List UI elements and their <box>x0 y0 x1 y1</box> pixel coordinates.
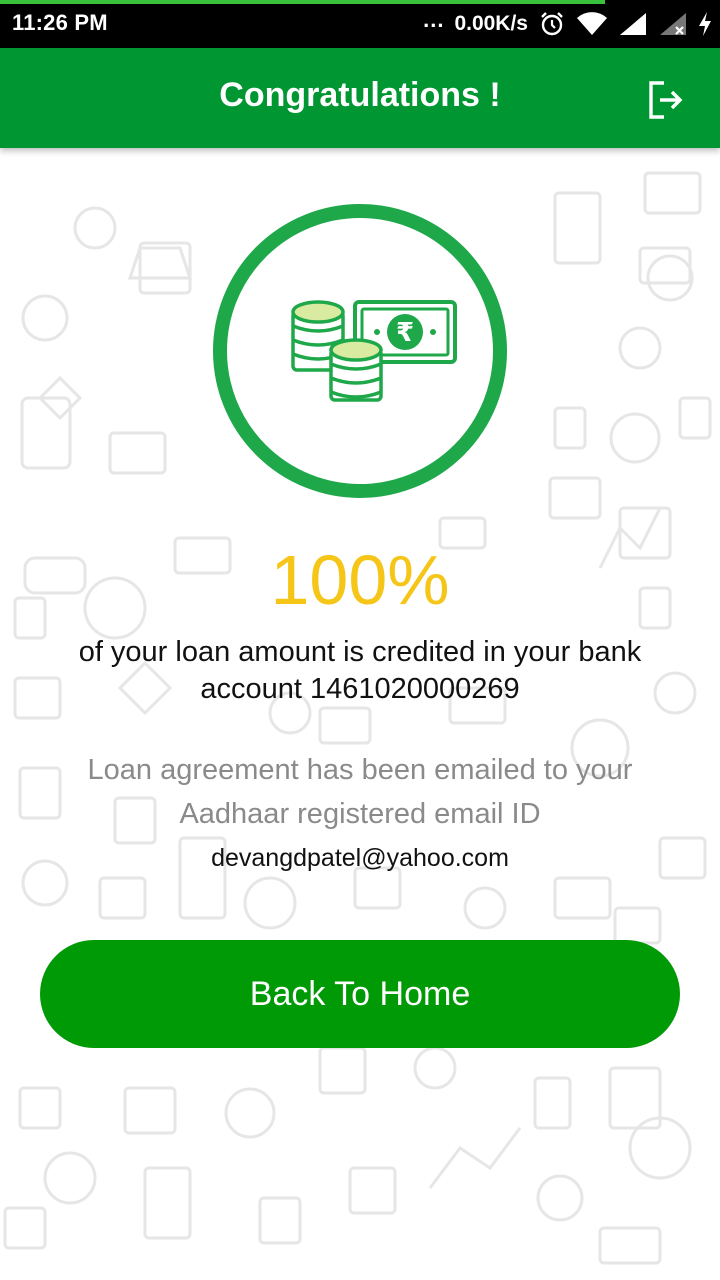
status-bar: 11:26 PM ... 0.00K/s <box>0 0 720 48</box>
charging-icon <box>698 11 712 37</box>
logout-icon <box>649 81 683 119</box>
money-coins-icon: ₹ <box>291 300 457 402</box>
registered-email: devangdpatel@yahoo.com <box>211 844 509 872</box>
status-time: 11:26 PM <box>12 10 108 35</box>
alarm-icon <box>538 10 566 38</box>
status-icons: ... 0.00K/s <box>423 7 712 40</box>
page-title: Congratulations ! <box>219 76 501 114</box>
credited-percent: 100% <box>270 541 450 619</box>
wifi-icon <box>576 11 608 37</box>
agreement-message: Loan agreement has been emailed to your … <box>87 754 633 830</box>
credit-message: of your loan amount is credited in your … <box>78 636 642 705</box>
back-to-home-button[interactable]: Back To Home <box>40 940 680 1048</box>
network-speed: 0.00K/s <box>454 12 528 35</box>
status-dots: ... <box>423 7 445 32</box>
rupee-symbol: ₹ <box>396 318 414 348</box>
status-progress-bar <box>0 0 605 4</box>
signal-icon <box>618 11 648 37</box>
success-circle: ₹ <box>213 204 507 498</box>
logout-button[interactable] <box>648 80 684 120</box>
main-content: ₹ 100% of your loan amount is credited i… <box>0 148 720 1280</box>
app-bar: Congratulations ! <box>0 48 720 148</box>
signal-no-service-icon <box>658 11 688 37</box>
